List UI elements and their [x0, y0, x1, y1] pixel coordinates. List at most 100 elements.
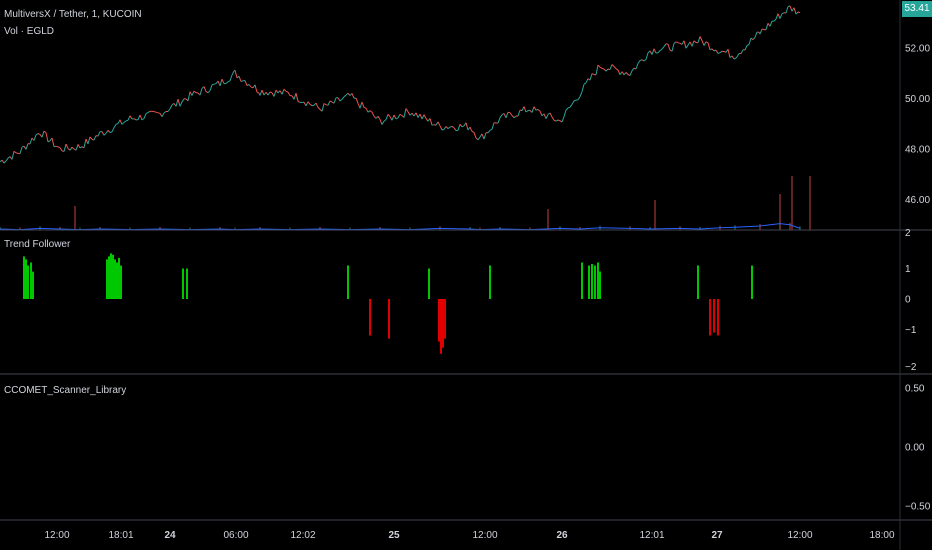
- trend-bar: [27, 265, 29, 299]
- price-segment: [421, 114, 425, 120]
- price-segment: [175, 98, 179, 107]
- trend-bar: [591, 264, 593, 299]
- price-segment: [513, 115, 517, 119]
- price-tick-label: 52.00: [905, 44, 930, 55]
- price-segment: [597, 64, 601, 68]
- price-segment: [469, 126, 473, 132]
- indicator-tick-label: 2: [905, 228, 911, 239]
- price-segment: [637, 60, 641, 64]
- price-segment: [29, 137, 33, 145]
- price-segment: [213, 83, 217, 85]
- price-segment: [119, 119, 123, 125]
- trend-bar: [186, 268, 188, 299]
- price-segment: [203, 86, 207, 92]
- trend-bar: [597, 262, 599, 299]
- indicator-tick-label: −2: [905, 362, 917, 373]
- price-segment: [793, 7, 797, 15]
- price-segment: [761, 28, 765, 31]
- price-segment: [323, 103, 327, 106]
- price-segment: [355, 98, 359, 104]
- price-segment: [759, 28, 763, 35]
- price-segment: [191, 90, 195, 96]
- time-tick-label: 06:00: [223, 530, 248, 541]
- price-segment: [167, 108, 171, 112]
- trend-bar: [114, 259, 116, 299]
- price-tick-label: 46.00: [905, 195, 930, 206]
- price-segment: [585, 78, 589, 84]
- price-segment: [703, 41, 707, 46]
- price-segment: [107, 130, 111, 133]
- price-segment: [441, 128, 445, 131]
- chart-canvas[interactable]: 52.00 50.00 48.00 46.00 2 1 0 −1 −2 0.50 0.00 −0.50…: [0, 0, 932, 550]
- trend-follower-bars: [23, 253, 753, 354]
- trend-bar: [118, 257, 120, 299]
- price-segment: [701, 40, 705, 46]
- price-segment: [752, 36, 756, 40]
- price-segment: [121, 122, 125, 125]
- scanner-tick-label: −0.50: [905, 502, 931, 513]
- price-segment: [497, 117, 501, 124]
- price-segment: [685, 44, 689, 49]
- price-segment: [371, 111, 375, 117]
- trend-bar: [106, 259, 108, 299]
- price-segment: [397, 114, 401, 119]
- price-segment: [709, 48, 713, 51]
- price-segment: [555, 119, 559, 122]
- price-segment: [37, 133, 41, 135]
- trend-follower-title[interactable]: Trend Follower: [4, 239, 70, 250]
- price-segment: [577, 96, 581, 101]
- price-segment: [779, 13, 783, 19]
- price-segment: [659, 48, 663, 51]
- price-segment: [595, 65, 599, 75]
- price-segment: [451, 125, 455, 129]
- trend-bar: [751, 265, 753, 299]
- symbol-title[interactable]: MultiversX / Tether, 1, KUCOIN: [4, 9, 142, 20]
- price-segment: [129, 115, 133, 120]
- price-segment: [333, 97, 337, 104]
- time-tick-label: 24: [164, 530, 176, 541]
- price-segment: [145, 112, 149, 115]
- trend-follower-pane[interactable]: [23, 253, 753, 354]
- price-segment: [523, 106, 527, 113]
- price-segment: [321, 103, 325, 112]
- price-segment: [137, 114, 141, 120]
- price-segment: [157, 112, 161, 114]
- price-segment: [141, 118, 145, 121]
- price-segment: [619, 71, 623, 75]
- price-segment: [41, 130, 45, 138]
- price-segment: [369, 110, 373, 113]
- price-segment: [601, 67, 605, 70]
- price-segment: [754, 31, 758, 38]
- price-segment: [87, 136, 91, 145]
- price-segment: [734, 56, 738, 60]
- price-segment: [505, 112, 509, 118]
- price-segment: [285, 90, 289, 93]
- price-segment: [83, 138, 87, 148]
- price-segment: [599, 66, 603, 69]
- price-segment: [395, 117, 399, 120]
- trend-bar: [709, 299, 711, 336]
- price-segment: [769, 21, 773, 27]
- price-segment: [283, 88, 287, 92]
- price-segment: [777, 13, 781, 19]
- volume-label[interactable]: Vol · EGLD: [4, 26, 54, 37]
- price-segment: [609, 64, 613, 70]
- price-segment: [653, 48, 657, 54]
- price-segment: [613, 66, 617, 70]
- price-segment: [147, 110, 151, 114]
- price-segment: [63, 143, 67, 152]
- price-segment: [11, 151, 15, 160]
- scanner-title[interactable]: CCOMET_Scanner_Library: [4, 385, 126, 396]
- price-segment: [699, 36, 703, 41]
- price-tick-label: 50.00: [905, 94, 930, 105]
- volume-bars: [0, 176, 811, 230]
- price-segment: [246, 84, 250, 87]
- price-segment: [351, 93, 355, 99]
- price-segment: [43, 130, 47, 134]
- time-tick-label: 25: [388, 530, 400, 541]
- price-segment: [219, 78, 223, 86]
- price-segment: [473, 132, 477, 139]
- price-pane[interactable]: [0, 5, 811, 231]
- price-segment: [33, 134, 37, 141]
- price-segment: [717, 52, 721, 54]
